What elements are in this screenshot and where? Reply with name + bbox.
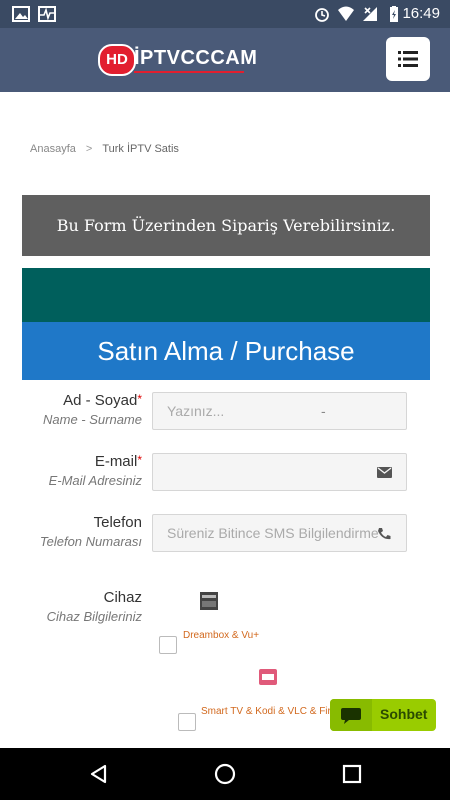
dreambox-checkbox[interactable] — [159, 636, 177, 654]
back-icon[interactable] — [88, 763, 110, 785]
recents-icon[interactable] — [341, 763, 363, 785]
email-label-group: E-mail* E-Mail Adresiniz — [22, 453, 142, 490]
wifi-icon — [338, 6, 354, 21]
breadcrumb-separator: > — [85, 143, 93, 155]
phone-placeholder: Süreniz Bitince SMS Bilgilendirme — [167, 525, 379, 541]
name-input[interactable]: Yazınız... - — [152, 392, 407, 430]
phone-input[interactable]: Süreniz Bitince SMS Bilgilendirme — [152, 514, 407, 552]
status-bar: 16:49 — [0, 0, 450, 28]
device-sublabel: Cihaz Bilgileriniz — [46, 609, 142, 624]
clock-text: 16:49 — [402, 5, 440, 22]
logo-underline — [134, 71, 244, 73]
smart-tv-checkbox[interactable] — [178, 713, 196, 731]
dreambox-option-label: Dreambox & Vu+ — [183, 630, 260, 641]
device-label-group: Cihaz Cihaz Bilgileriniz — [22, 589, 142, 626]
phone-label-group: Telefon Telefon Numarası — [22, 514, 142, 551]
smart-tv-option-label: Smart TV & Kodi & VLC & Fire — [201, 706, 331, 717]
logo-brand-text: İPTVCCCAM — [134, 47, 258, 69]
chat-bubble-area — [330, 699, 372, 731]
battery-icon — [390, 6, 398, 22]
logo-hd-badge: HD — [98, 44, 136, 76]
phone-label: Telefon — [93, 514, 142, 531]
name-value: - — [321, 403, 326, 419]
email-sublabel: E-Mail Adresiniz — [48, 473, 142, 488]
name-label-group: Ad - Soyad* Name - Surname — [22, 392, 142, 429]
iptv-icon — [259, 669, 277, 685]
form-banner: Bu Form Üzerinden Sipariş Verebilirsiniz… — [22, 195, 430, 256]
system-nav-bar — [0, 748, 450, 800]
required-mark: * — [137, 453, 142, 467]
breadcrumb-current: Turk İPTV Satis — [102, 143, 179, 155]
device-label: Cihaz — [103, 589, 142, 606]
site-header: HD İPTVCCCAM — [0, 28, 450, 92]
image-notification-icon — [12, 6, 30, 22]
purchase-title: Satın Alma / Purchase — [22, 322, 430, 380]
menu-icon — [398, 51, 418, 67]
phone-sublabel: Telefon Numarası — [39, 534, 142, 549]
signal-icon — [363, 7, 377, 21]
alarm-icon — [315, 8, 329, 22]
required-mark: * — [137, 392, 142, 406]
chat-bubble-icon — [341, 708, 361, 724]
email-label: E-mail* — [94, 453, 142, 470]
name-sublabel: Name - Surname — [43, 412, 142, 427]
teal-banner — [22, 268, 430, 322]
phone-icon — [378, 528, 391, 540]
chat-label: Sohbet — [380, 706, 428, 722]
dreambox-icon — [200, 592, 218, 610]
menu-button[interactable] — [386, 37, 430, 81]
envelope-icon — [377, 467, 392, 478]
name-placeholder: Yazınız... — [167, 403, 225, 419]
name-label: Ad - Soyad* — [63, 392, 142, 409]
chat-button[interactable]: Sohbet — [330, 699, 436, 731]
activity-notification-icon — [38, 6, 56, 22]
home-icon[interactable] — [214, 763, 236, 785]
email-input[interactable] — [152, 453, 407, 491]
breadcrumb-home-link[interactable]: Anasayfa — [30, 143, 76, 155]
breadcrumb: Anasayfa > Turk İPTV Satis — [30, 143, 179, 155]
